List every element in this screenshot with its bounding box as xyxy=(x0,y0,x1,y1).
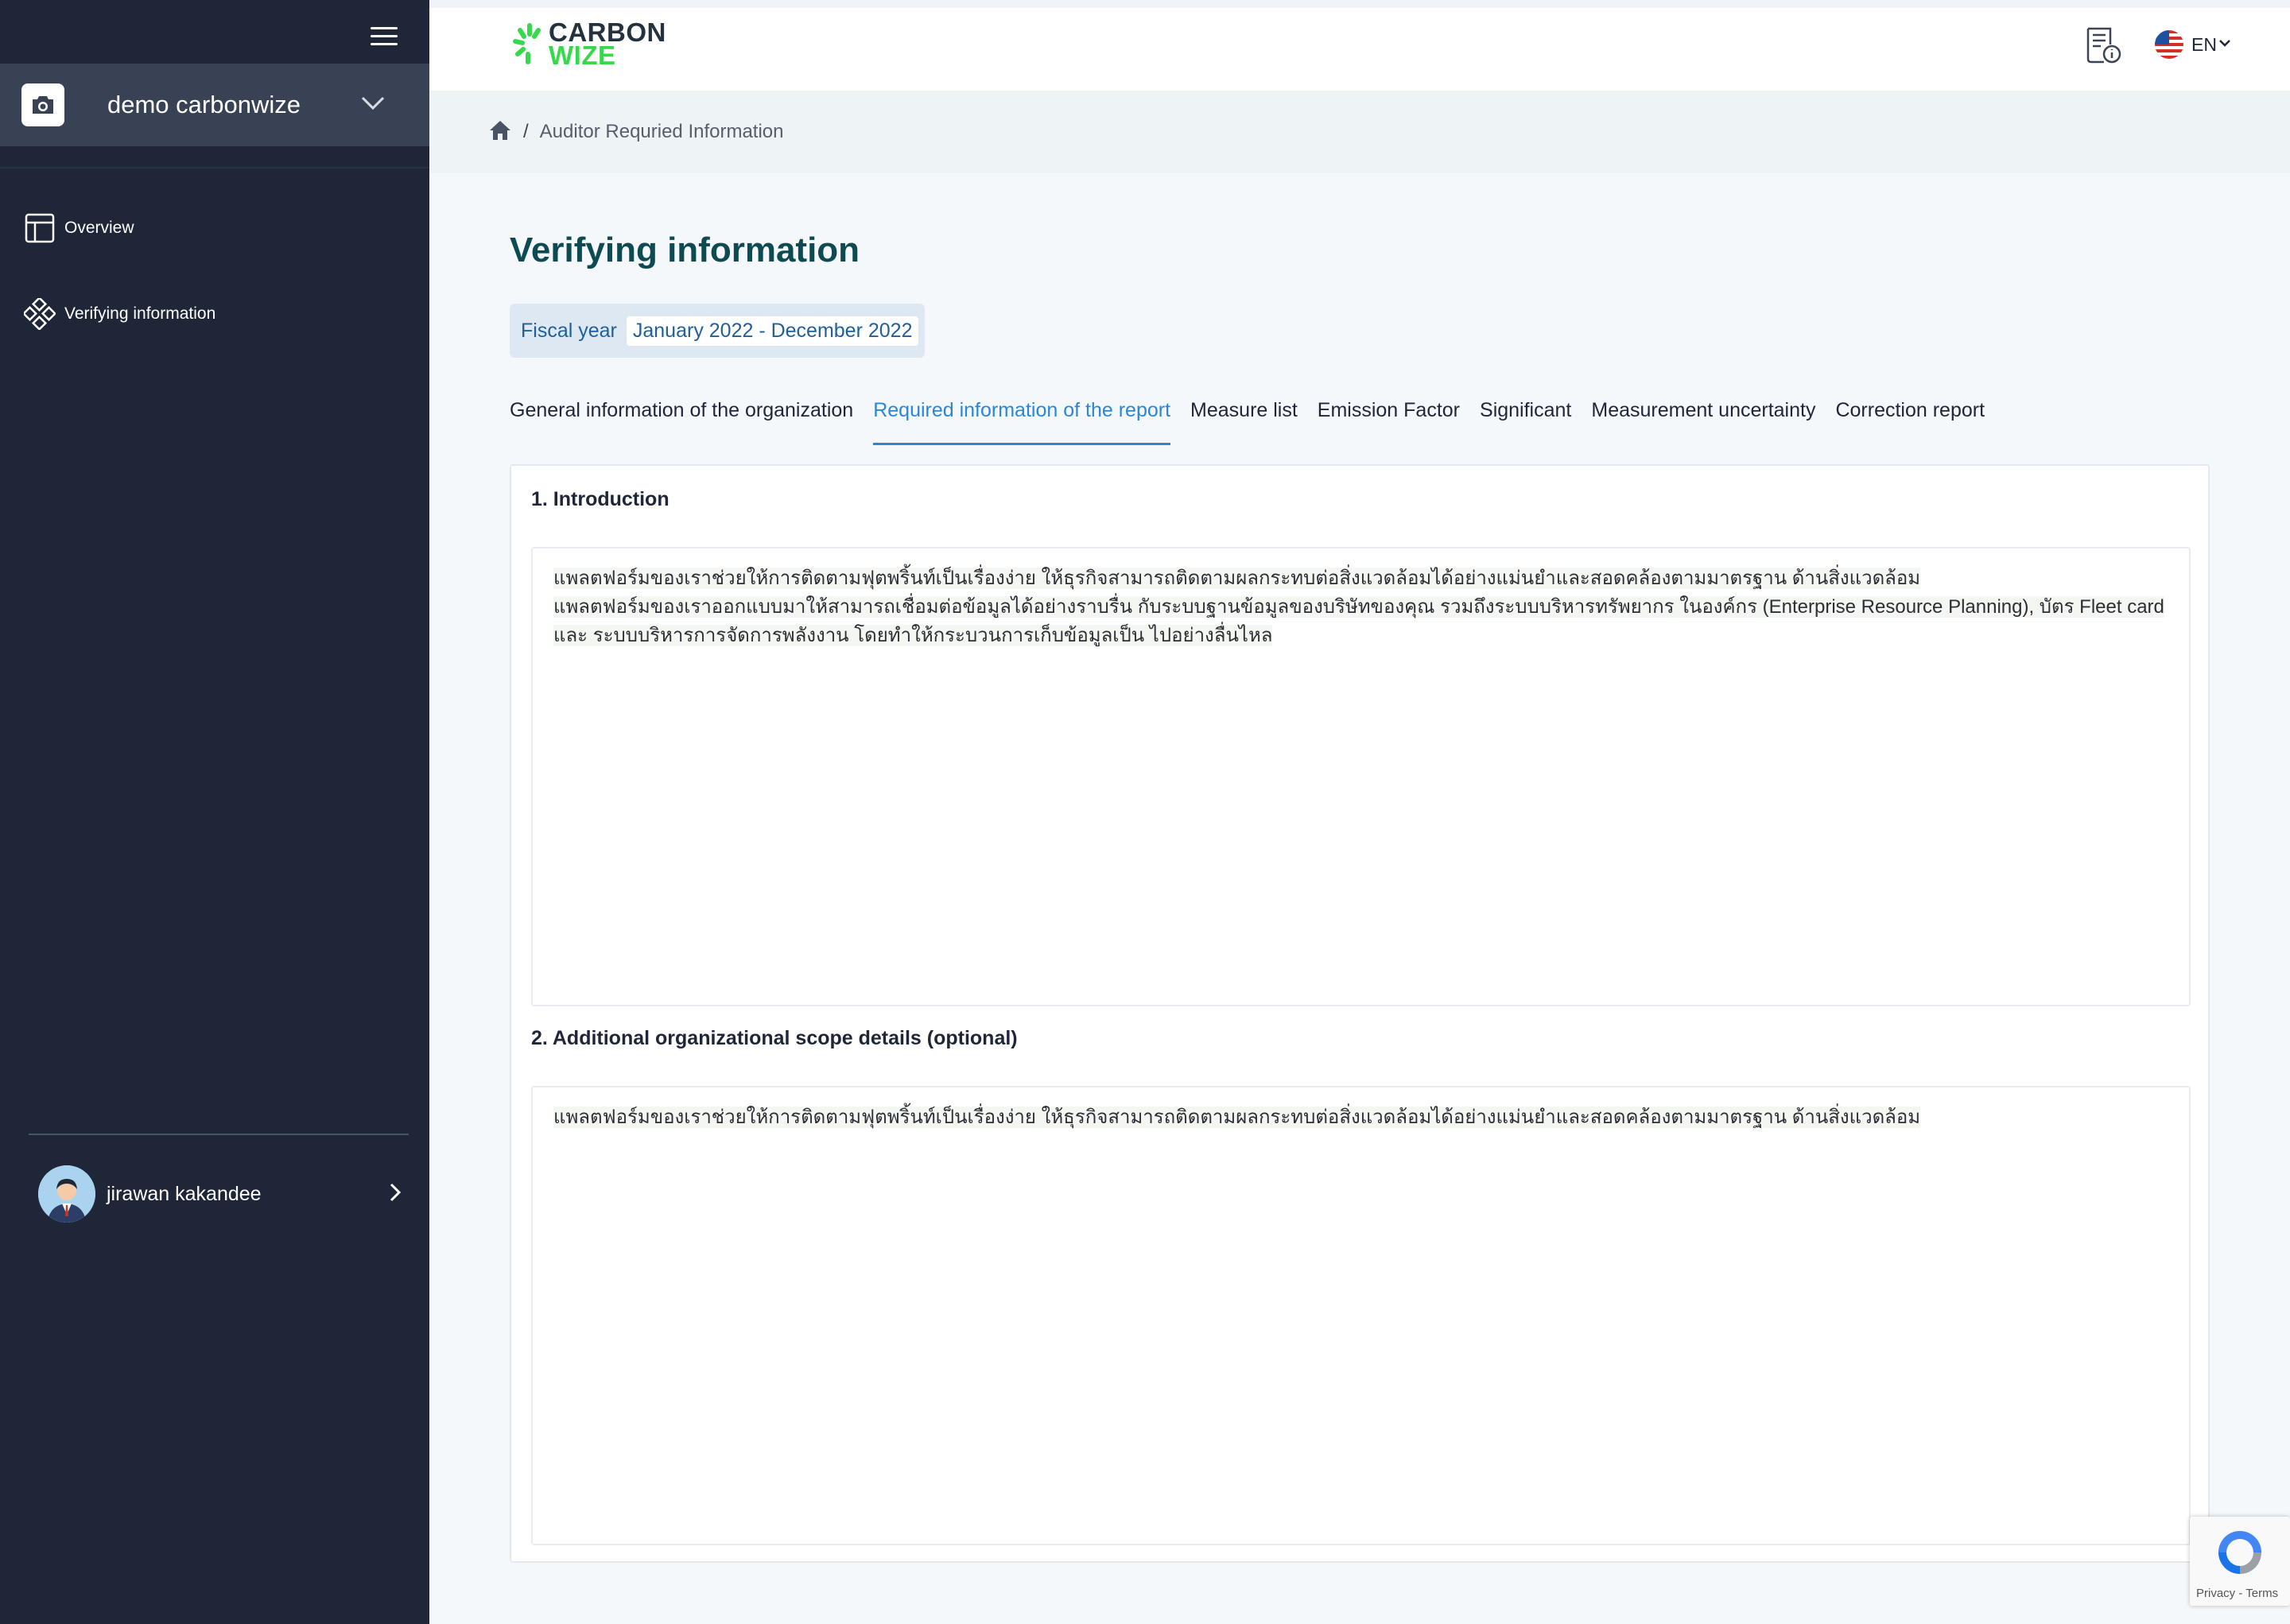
sidebar-item-verifying-information[interactable]: Verifying information xyxy=(0,290,429,338)
tab-significant[interactable]: Significant xyxy=(1480,396,1571,445)
carbonwize-logo[interactable]: CARBON WIZE xyxy=(512,19,666,70)
breadcrumb: / Auditor Requried Information xyxy=(429,91,2290,173)
tab-emission-factor[interactable]: Emission Factor xyxy=(1318,396,1460,445)
text-line: แพลตฟอร์มของเราช่วยให้การติดตามฟุตพริ้นท… xyxy=(553,1107,1921,1128)
top-bar: CARBON WIZE EN xyxy=(429,0,2290,91)
organization-name: demo carbonwize xyxy=(107,91,301,118)
tab-correction-report[interactable]: Correction report xyxy=(1835,396,1985,445)
organization-selector[interactable]: demo carbonwize xyxy=(0,64,429,146)
user-name: jirawan kakandee xyxy=(107,1182,262,1205)
additional-scope-textarea[interactable]: แพลตฟอร์มของเราช่วยให้การติดตามฟุตพริ้นท… xyxy=(531,1086,2191,1545)
chevron-down-icon xyxy=(361,96,385,114)
breadcrumb-separator: / xyxy=(523,121,529,142)
breadcrumb-current: Auditor Requried Information xyxy=(539,121,784,142)
language-label: EN xyxy=(2191,33,2217,55)
divider xyxy=(29,1134,409,1135)
recaptcha-badge[interactable]: Privacy - Terms xyxy=(2190,1517,2290,1606)
tab-bar: General information of the organization … xyxy=(510,396,2005,445)
tab-measurement-uncertainty[interactable]: Measurement uncertainty xyxy=(1591,396,1815,445)
recaptcha-icon xyxy=(2218,1531,2261,1574)
recaptcha-terms-link[interactable]: Privacy - Terms xyxy=(2196,1587,2278,1600)
fiscal-year-label: Fiscal year xyxy=(521,319,617,342)
chevron-down-icon xyxy=(2218,37,2231,52)
fiscal-year-value: January 2022 - December 2022 xyxy=(626,316,919,346)
us-flag-icon xyxy=(2155,30,2183,59)
sidebar: demo carbonwize Overview Verifying infor… xyxy=(0,0,429,1624)
section-title-additional-scope: 2. Additional organizational scope detai… xyxy=(531,1027,1018,1049)
home-icon[interactable] xyxy=(488,119,512,145)
sidebar-item-label: Overview xyxy=(64,219,134,237)
section-title-introduction: 1. Introduction xyxy=(531,488,670,510)
layout-icon xyxy=(24,212,56,244)
sidebar-item-overview[interactable]: Overview xyxy=(0,204,429,252)
camera-icon xyxy=(21,83,64,126)
language-selector[interactable]: EN xyxy=(2155,30,2231,59)
report-form-panel: 1. Introduction แพลตฟอร์มของเราช่วยให้กา… xyxy=(510,464,2210,1563)
avatar xyxy=(38,1165,95,1223)
logo-text-wize: WIZE xyxy=(549,41,616,70)
divider xyxy=(0,167,429,169)
fiscal-year-selector[interactable]: Fiscal year January 2022 - December 2022 xyxy=(510,304,925,358)
text-line: แพลตฟอร์มของเราช่วยให้การติดตามฟุตพริ้นท… xyxy=(553,568,1921,589)
user-menu[interactable]: jirawan kakandee xyxy=(0,1162,429,1226)
introduction-textarea[interactable]: แพลตฟอร์มของเราช่วยให้การติดตามฟุตพริ้นท… xyxy=(531,547,2191,1006)
logo-burst-icon xyxy=(513,23,541,64)
menu-icon[interactable] xyxy=(371,25,398,48)
page-title: Verifying information xyxy=(510,231,860,269)
sidebar-top xyxy=(0,0,429,64)
sidebar-item-label: Verifying information xyxy=(64,304,216,323)
tab-measure-list[interactable]: Measure list xyxy=(1190,396,1298,445)
components-icon xyxy=(24,298,56,330)
chevron-right-icon xyxy=(390,1183,402,1206)
report-info-icon[interactable] xyxy=(2083,25,2123,69)
tab-general-information[interactable]: General information of the organization xyxy=(510,396,853,445)
text-line: แพลตฟอร์มของเราออกแบบมาให้สามารถเชื่อมต่… xyxy=(553,596,2164,618)
text-line: และ ระบบบริหารการจัดการพลังงาน โดยทำให้ก… xyxy=(553,625,1273,646)
tab-required-information[interactable]: Required information of the report xyxy=(873,396,1171,445)
